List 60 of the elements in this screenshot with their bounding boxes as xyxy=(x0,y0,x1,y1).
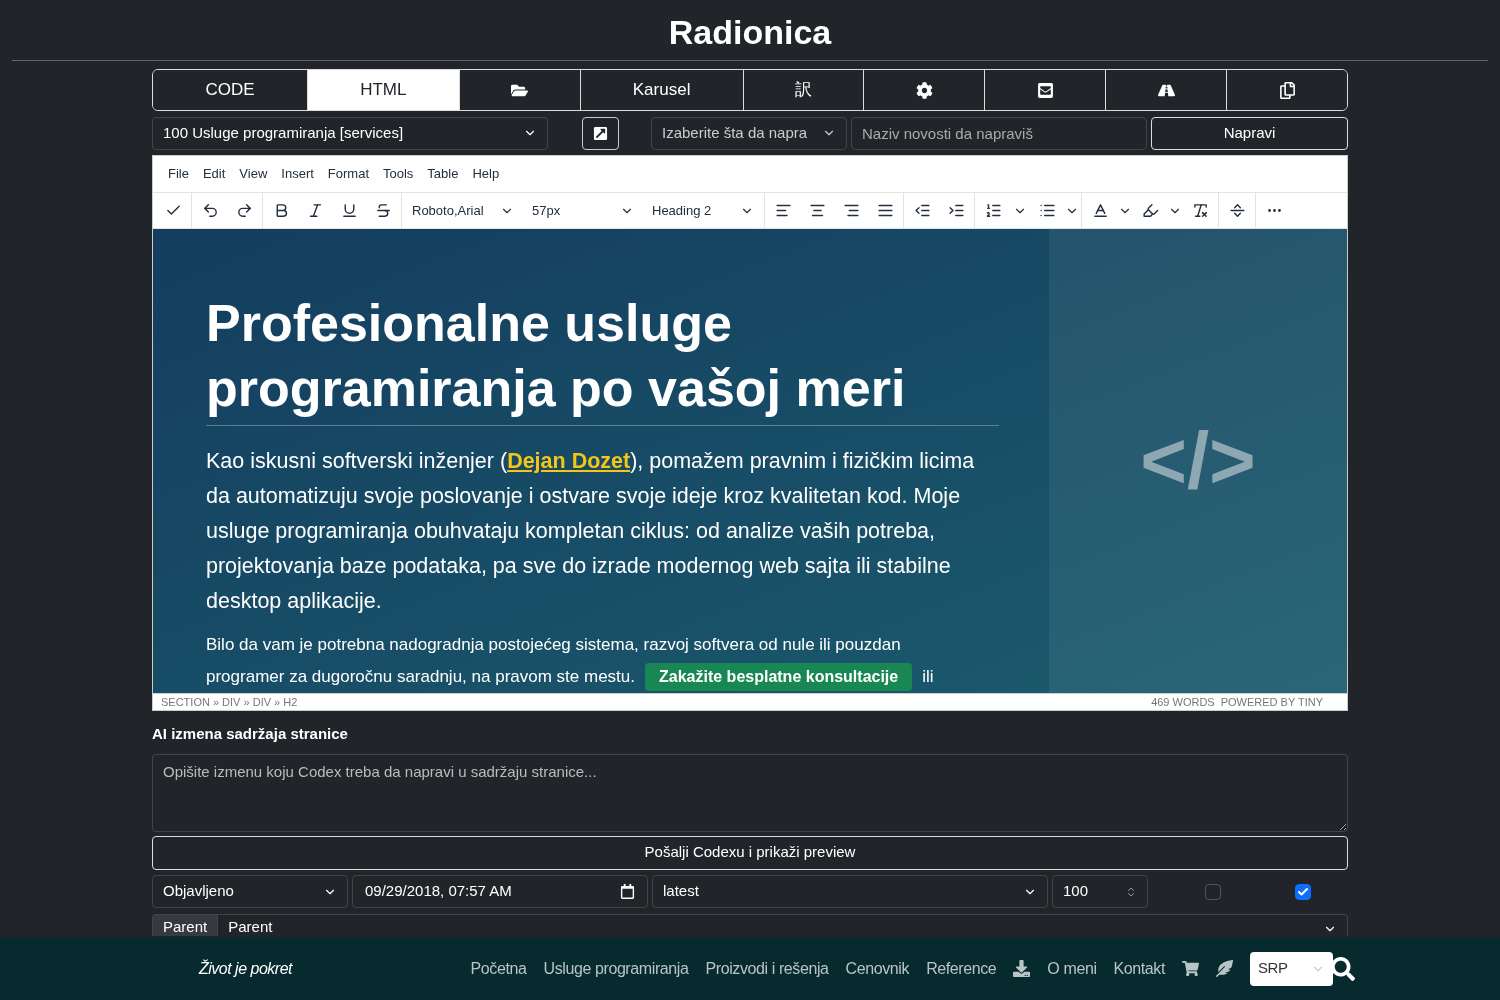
image-button[interactable] xyxy=(582,116,619,150)
page-select[interactable]: 100 Usluge programiranja [services] xyxy=(152,116,548,150)
checkbox[interactable] xyxy=(1295,883,1311,900)
envelope-icon xyxy=(1036,81,1054,99)
menu-item[interactable]: Insert xyxy=(274,164,321,184)
heading: Profesionalne usluge programiranja po vašoj meri xyxy=(206,291,999,426)
action-select[interactable]: Izaberite šta da napra xyxy=(651,116,847,150)
ai-prompt-field[interactable]: Opišite izmenu koju Codex treba da napravi u sadržaju stranice... xyxy=(152,753,1348,832)
nav-link[interactable]: Usluge programiranja xyxy=(543,956,689,981)
powered-by-text: POWERED BY TINY xyxy=(1220,694,1323,710)
copy-icon xyxy=(1278,81,1296,99)
tagline: Život je pokret xyxy=(199,958,292,979)
font-select[interactable]: Roboto,Arial xyxy=(404,200,522,221)
element-path: SECTION » DIV » DIV » H2 xyxy=(161,694,298,710)
tab[interactable] xyxy=(1226,70,1347,110)
date-field[interactable]: 09/29/2018, 07:57 AM xyxy=(352,875,648,908)
spinner-icon xyxy=(1125,885,1137,898)
nav-link[interactable]: Reference xyxy=(926,956,997,981)
intro-paragraph: Kao iskusni softverski inženjer (Dejan Dozet), pomažem pravnim i fizičkim licima da automatizuju svoje poslovanje i ostvare svoje ideje kroz kvalitetan kod. Moje usluge programiranja obuhvataju kompletan ciklus: od analize vaših potreba, projektovanja baze podataka, pa sve do izrade modernog web sajta ili stabilne desktop aplikacije. xyxy=(206,448,976,615)
order-field[interactable]: 100 xyxy=(1052,875,1148,908)
ai-label: AI izmena sadržaja stranice xyxy=(152,724,349,744)
code-symbol: </> xyxy=(1140,415,1256,507)
menu-item[interactable]: Tools xyxy=(376,164,421,184)
checkbox[interactable] xyxy=(1205,883,1221,900)
size-select[interactable]: 57px xyxy=(524,200,642,221)
order-value: 100 xyxy=(1063,881,1089,902)
tab[interactable]: HTML xyxy=(306,70,459,110)
menu-item[interactable]: File xyxy=(161,164,196,184)
send-button[interactable]: Pošalji Codexu i prikaži preview xyxy=(152,835,1348,870)
nav-link[interactable]: Cenovnik xyxy=(845,956,910,981)
status-select[interactable]: Objavljeno xyxy=(152,875,348,908)
nav-link[interactable]: O meni xyxy=(1047,956,1097,981)
create-button[interactable]: Napravi xyxy=(1151,116,1348,150)
settings-icon xyxy=(915,81,933,99)
menu-item[interactable]: Edit xyxy=(195,164,233,184)
download-icon[interactable] xyxy=(1013,960,1031,977)
cart-icon[interactable] xyxy=(1182,960,1199,977)
page-title: Radionica xyxy=(668,12,832,53)
paragraph: programer za dugoročnu saradnju, na pravom ste mestu. xyxy=(206,666,635,689)
date-value: 09/29/2018, 07:57 AM xyxy=(365,881,512,902)
check-icon xyxy=(1297,885,1309,898)
version-select[interactable]: latest xyxy=(652,875,1048,908)
search-icon[interactable] xyxy=(1331,956,1355,981)
language-select[interactable]: SRP xyxy=(1250,951,1333,986)
nav-link[interactable]: Kontakt xyxy=(1113,956,1165,981)
word-count: 469 WORDS xyxy=(1151,694,1215,710)
nav-link[interactable]: Početna xyxy=(470,956,527,981)
paragraph: ili xyxy=(922,666,934,689)
nav-link[interactable]: Proizvodi i rešenja xyxy=(705,956,829,981)
image-icon xyxy=(593,125,608,141)
menu-item[interactable]: Help xyxy=(465,164,507,184)
block-select[interactable]: Heading 2 xyxy=(644,200,762,221)
news-name-field[interactable]: Naziv novosti da napraviš xyxy=(851,116,1147,150)
feather-icon[interactable] xyxy=(1216,960,1233,977)
paragraph: Bilo da vam je potrebna nadogradnja postojećeg sistema, razvoj softvera od nule ili pouzdan xyxy=(206,634,902,656)
consultation-button[interactable]: Zakažite besplatne konsultacije xyxy=(645,663,913,691)
menu-item[interactable]: Format xyxy=(320,164,376,184)
menu-item[interactable]: View xyxy=(232,164,275,184)
menu-item[interactable]: Table xyxy=(420,164,466,184)
calendar-icon xyxy=(620,884,635,899)
